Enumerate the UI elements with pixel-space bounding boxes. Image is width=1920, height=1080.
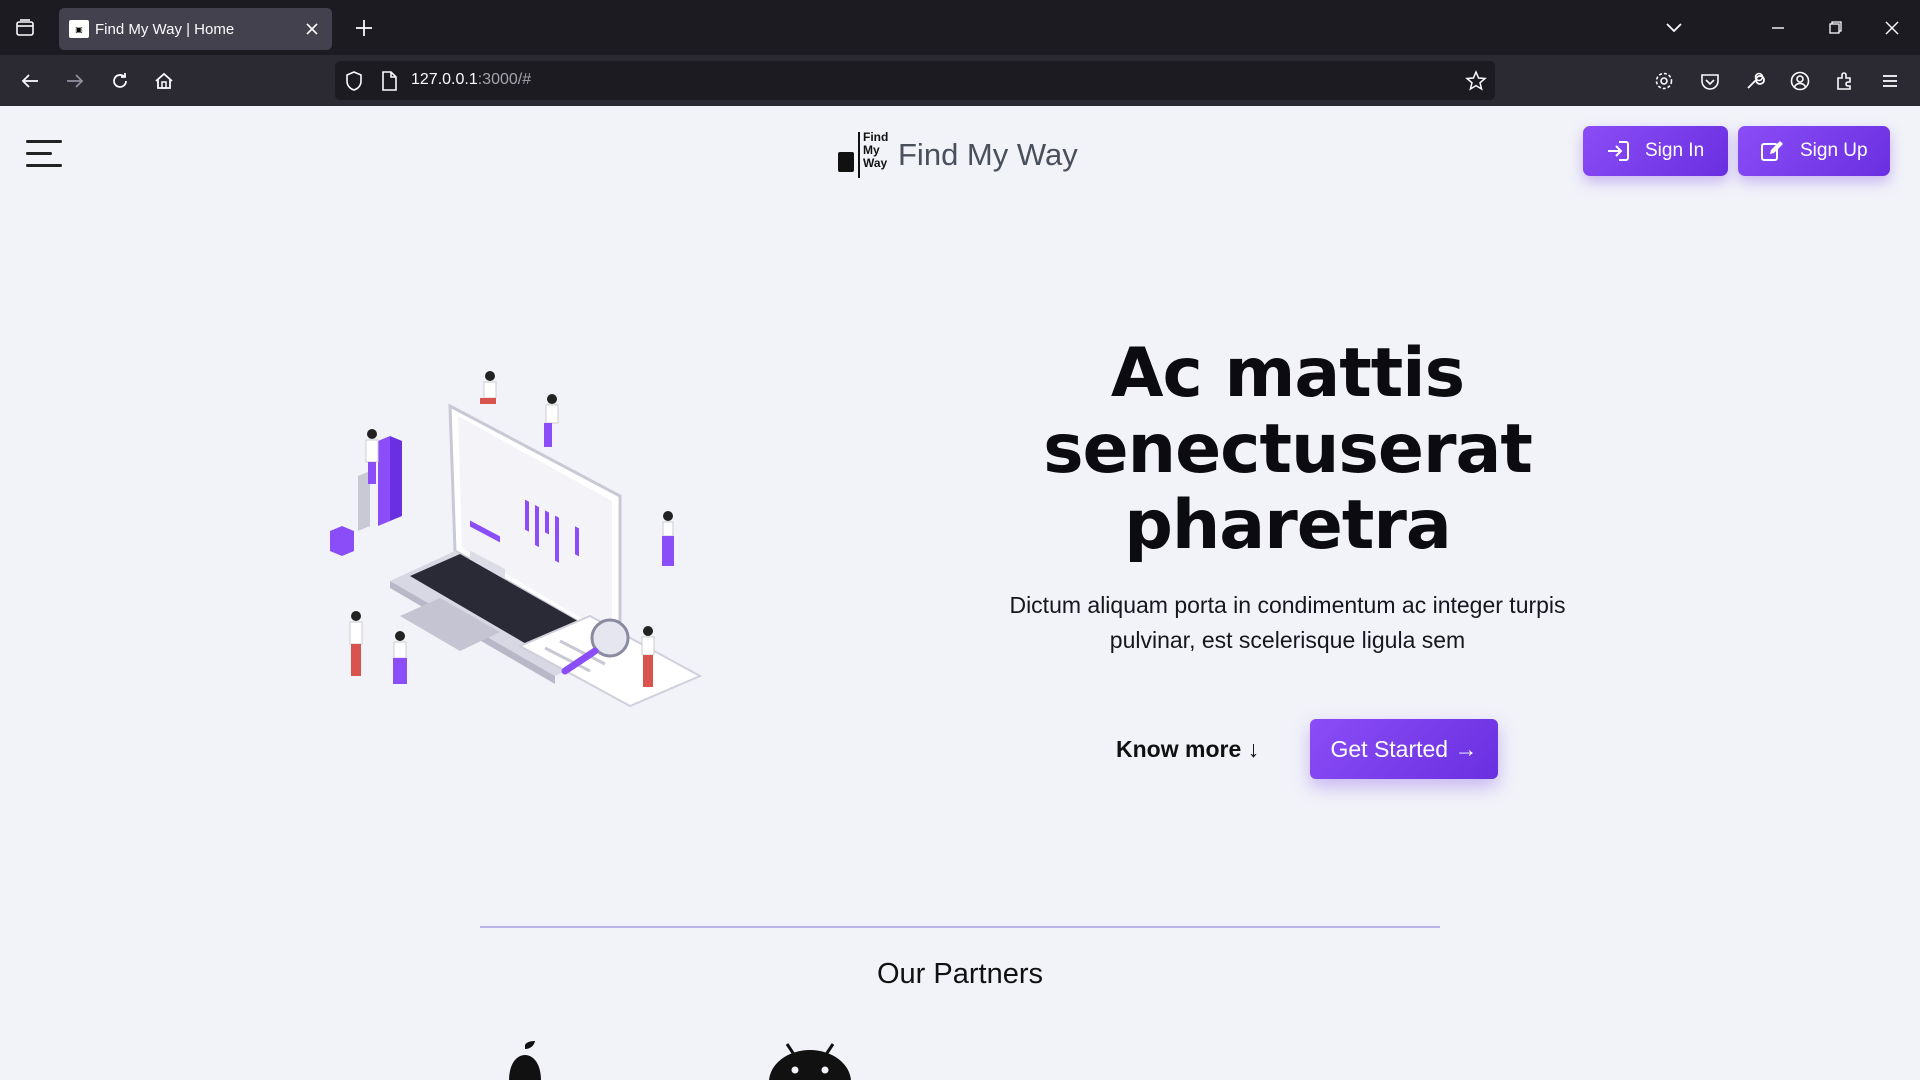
sign-in-button[interactable]: Sign In (1583, 126, 1728, 176)
browser-nav-bar: 127.0.0.1:3000/# (0, 55, 1920, 106)
page-content: Find My Way Find My Way Sign In Sign Up (0, 106, 1920, 1080)
brand-logo: Find My Way (838, 131, 890, 178)
hero-subtitle-line-1: Dictum aliquam porta in condimentum ac i… (1009, 592, 1566, 618)
hero-title-line-1: Ac mattis (1110, 334, 1465, 413)
sign-in-label: Sign In (1645, 140, 1705, 161)
hero-title-line-3: pharetra (1124, 486, 1452, 565)
page-icon (382, 71, 397, 91)
settings-gear-icon[interactable] (1648, 65, 1680, 97)
favicon-icon: ▣ (69, 20, 89, 38)
know-more-link[interactable]: Know more ↓ (1116, 736, 1259, 763)
tab-title: Find My Way | Home (95, 20, 235, 38)
back-icon[interactable] (14, 65, 46, 97)
extensions-icon[interactable] (1829, 65, 1861, 97)
wrench-icon[interactable] (1739, 65, 1771, 97)
bookmark-star-icon[interactable] (1465, 70, 1487, 92)
account-icon[interactable] (1784, 65, 1816, 97)
minimize-icon[interactable] (1763, 14, 1793, 42)
browser-tab-bar: ▣ Find My Way | Home (0, 0, 1920, 55)
url-bar[interactable]: 127.0.0.1:3000/# (335, 61, 1495, 100)
android-logo-icon (769, 1043, 851, 1080)
hero-illustration (330, 371, 703, 708)
url-text[interactable]: 127.0.0.1:3000/# (411, 71, 531, 89)
url-path: :3000/# (477, 71, 532, 88)
hero-subtitle: Dictum aliquam porta in condimentum ac i… (990, 588, 1585, 658)
shield-icon[interactable] (343, 70, 365, 92)
hero-title: Ac mattis senectuserat pharetra (990, 336, 1585, 564)
browser-tab-active[interactable]: ▣ Find My Way | Home (59, 8, 332, 50)
sign-in-icon (1608, 141, 1629, 161)
app-menu-icon[interactable] (1874, 65, 1906, 97)
section-divider (480, 926, 1440, 928)
sign-up-label: Sign Up (1800, 140, 1868, 161)
tab-close-icon[interactable] (302, 19, 322, 39)
logo-text-way: Way (863, 156, 888, 170)
partners-title: Our Partners (877, 958, 1043, 990)
url-host: 127.0.0.1 (411, 71, 478, 88)
tab-list-icon[interactable] (10, 14, 40, 42)
forward-icon[interactable] (59, 65, 91, 97)
reload-icon[interactable] (104, 65, 136, 97)
apple-logo-icon (509, 1041, 541, 1080)
restore-icon[interactable] (1820, 14, 1850, 42)
home-icon[interactable] (148, 65, 180, 97)
new-tab-icon[interactable] (350, 14, 378, 42)
pocket-icon[interactable] (1694, 65, 1726, 97)
logo-doc-icon (838, 152, 854, 172)
hero-title-line-2: senectuserat (1043, 410, 1533, 489)
close-window-icon[interactable] (1877, 14, 1907, 42)
hero-subtitle-line-2: pulvinar, est scelerisque ligula sem (1109, 627, 1466, 653)
hamburger-menu-icon[interactable] (26, 138, 64, 168)
edit-icon (1761, 141, 1783, 161)
sign-up-button[interactable]: Sign Up (1738, 126, 1890, 176)
brand[interactable]: Find My Way Find My Way (838, 131, 1078, 178)
get-started-button[interactable]: Get Started → (1310, 719, 1498, 779)
brand-name: Find My Way (898, 137, 1078, 172)
tab-overflow-chevron-icon[interactable] (1659, 14, 1689, 42)
